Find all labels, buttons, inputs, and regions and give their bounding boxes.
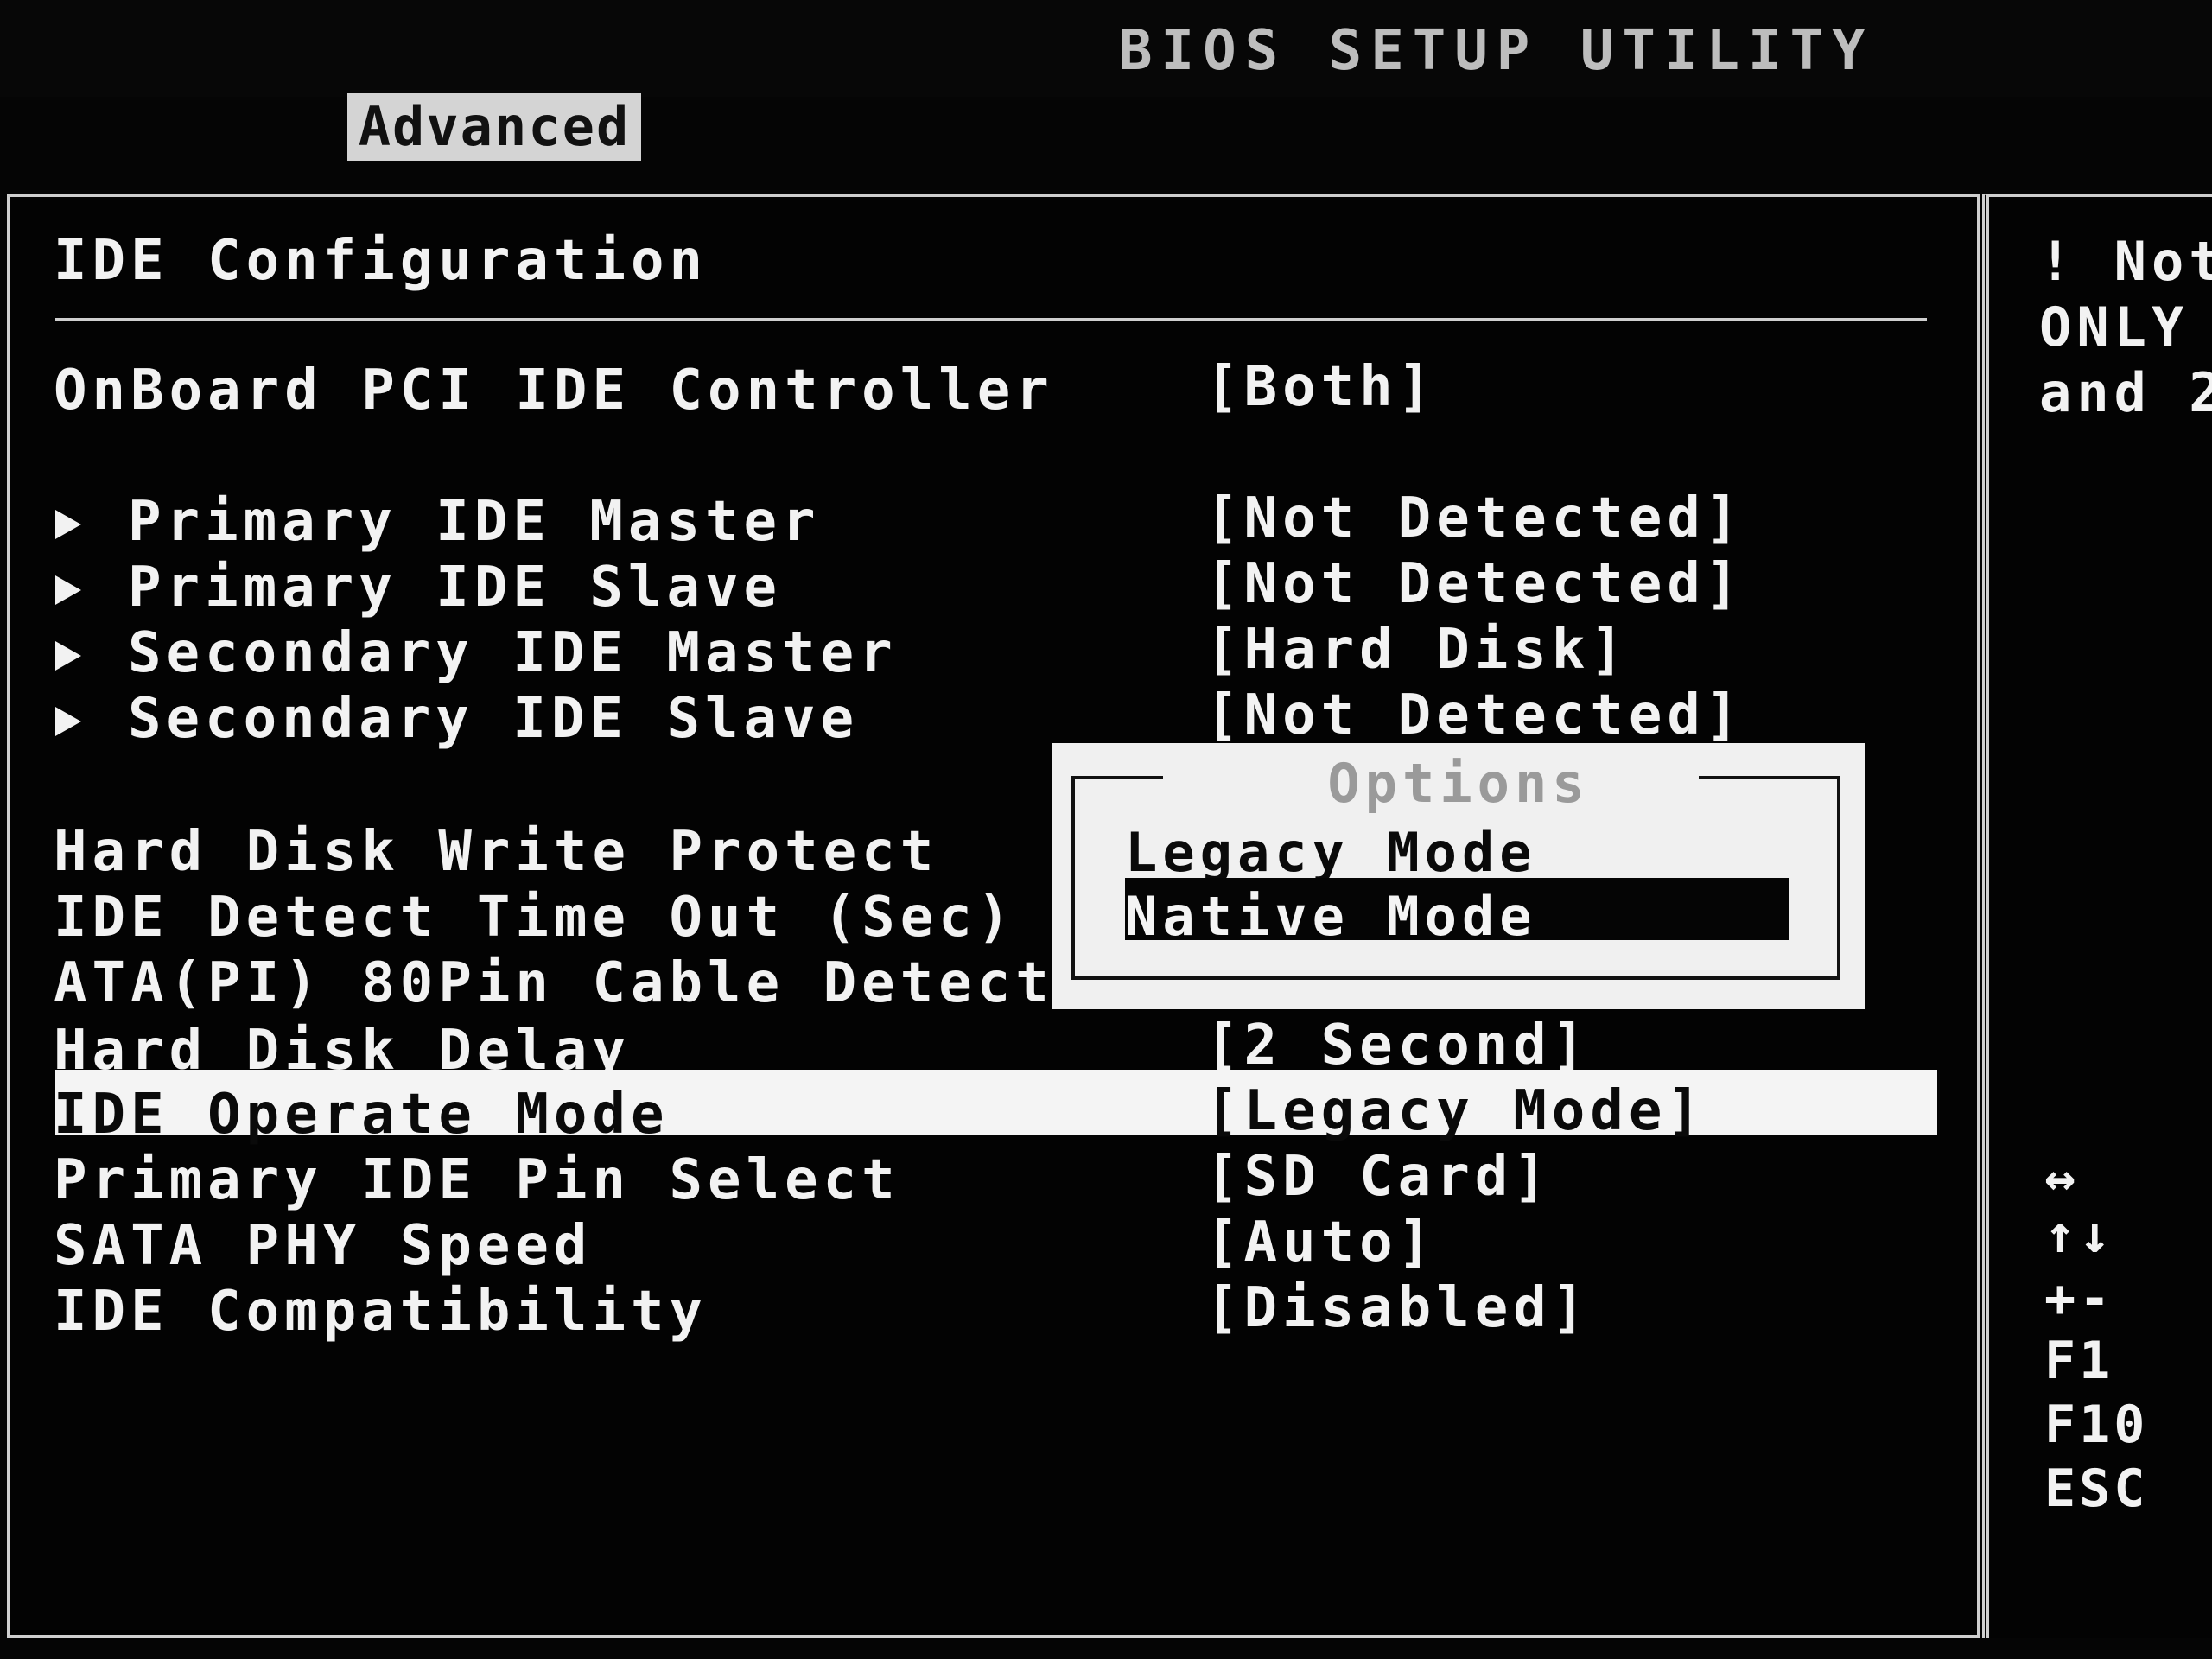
setting-value-sata-phy-speed[interactable]: [Auto] bbox=[1205, 1215, 1436, 1270]
setting-value-ide-compatibility[interactable]: [Disabled] bbox=[1205, 1281, 1590, 1336]
submenu-primary-ide-slave[interactable]: Primary IDE Slave bbox=[128, 560, 782, 615]
key-f1: F1 bbox=[2044, 1331, 2114, 1391]
help-line-2: ONLY bbox=[2039, 296, 2190, 359]
setting-ide-detect-time-out[interactable]: IDE Detect Time Out (Sec) bbox=[54, 890, 1015, 945]
setting-primary-ide-pin-select[interactable]: Primary IDE Pin Select bbox=[54, 1153, 900, 1208]
key-up-down-arrows: ↑↓ bbox=[2044, 1205, 2114, 1265]
submenu-primary-ide-master[interactable]: Primary IDE Master bbox=[128, 494, 821, 550]
setting-value-ide-operate-mode[interactable]: [Legacy Mode] bbox=[1205, 1084, 1706, 1139]
submenu-value: [Not Detected] bbox=[1205, 486, 1745, 550]
setting-hard-disk-write-protect[interactable]: Hard Disk Write Protect bbox=[54, 824, 938, 880]
submenu-arrow-icon bbox=[55, 641, 81, 671]
submenu-value: [Not Detected] bbox=[1205, 552, 1745, 616]
key-plus-minus: +- bbox=[2044, 1268, 2114, 1329]
setting-value-onboard-pci-ide-controller[interactable]: [Both] bbox=[1205, 359, 1436, 415]
setting-value-hard-disk-delay[interactable]: [2 Second] bbox=[1205, 1018, 1590, 1073]
divider bbox=[55, 318, 1927, 321]
help-line-3: and 2 bbox=[2039, 361, 2212, 424]
help-panel: ! Not ONLY and 2 ↔ ↑↓ +- F1 F10 ESC bbox=[1982, 194, 2212, 1638]
submenu-arrow-icon bbox=[55, 707, 81, 736]
setting-ide-compatibility[interactable]: IDE Compatibility bbox=[54, 1284, 708, 1339]
option-legacy-mode[interactable]: Legacy Mode bbox=[1125, 821, 1537, 884]
submenu-secondary-ide-master[interactable]: Secondary IDE Master bbox=[128, 626, 898, 681]
setting-sata-phy-speed[interactable]: SATA PHY Speed bbox=[54, 1218, 592, 1274]
popup-title: Options bbox=[1327, 752, 1590, 815]
key-esc: ESC bbox=[2044, 1459, 2149, 1519]
setting-onboard-pci-ide-controller[interactable]: OnBoard PCI IDE Controller bbox=[54, 363, 1054, 418]
page-title: IDE Configuration bbox=[54, 229, 709, 293]
key-f10: F10 bbox=[2044, 1395, 2149, 1455]
setting-value-primary-ide-pin-select[interactable]: [SD Card] bbox=[1205, 1149, 1552, 1205]
help-line-1: ! Not bbox=[2039, 230, 2212, 293]
key-left-right-arrows: ↔ bbox=[2044, 1147, 2080, 1208]
submenu-arrow-icon bbox=[55, 510, 81, 539]
submenu-secondary-ide-slave[interactable]: Secondary IDE Slave bbox=[128, 691, 859, 747]
title-bar: BIOS SETUP UTILITY bbox=[0, 0, 2212, 97]
options-popup: Options Legacy Mode Native Mode bbox=[1052, 743, 1865, 1009]
setting-ata-80pin-cable-detection[interactable]: ATA(PI) 80Pin Cable Detecti bbox=[54, 956, 1092, 1011]
app-title: BIOS SETUP UTILITY bbox=[1119, 19, 1874, 83]
submenu-arrow-icon bbox=[55, 575, 81, 605]
setting-ide-operate-mode[interactable]: IDE Operate Mode bbox=[54, 1087, 670, 1142]
tab-advanced[interactable]: Advanced bbox=[347, 93, 641, 161]
option-native-mode[interactable]: Native Mode bbox=[1125, 885, 1537, 948]
submenu-value: [Not Detected] bbox=[1205, 683, 1745, 747]
submenu-value: [Hard Disk] bbox=[1205, 618, 1629, 682]
